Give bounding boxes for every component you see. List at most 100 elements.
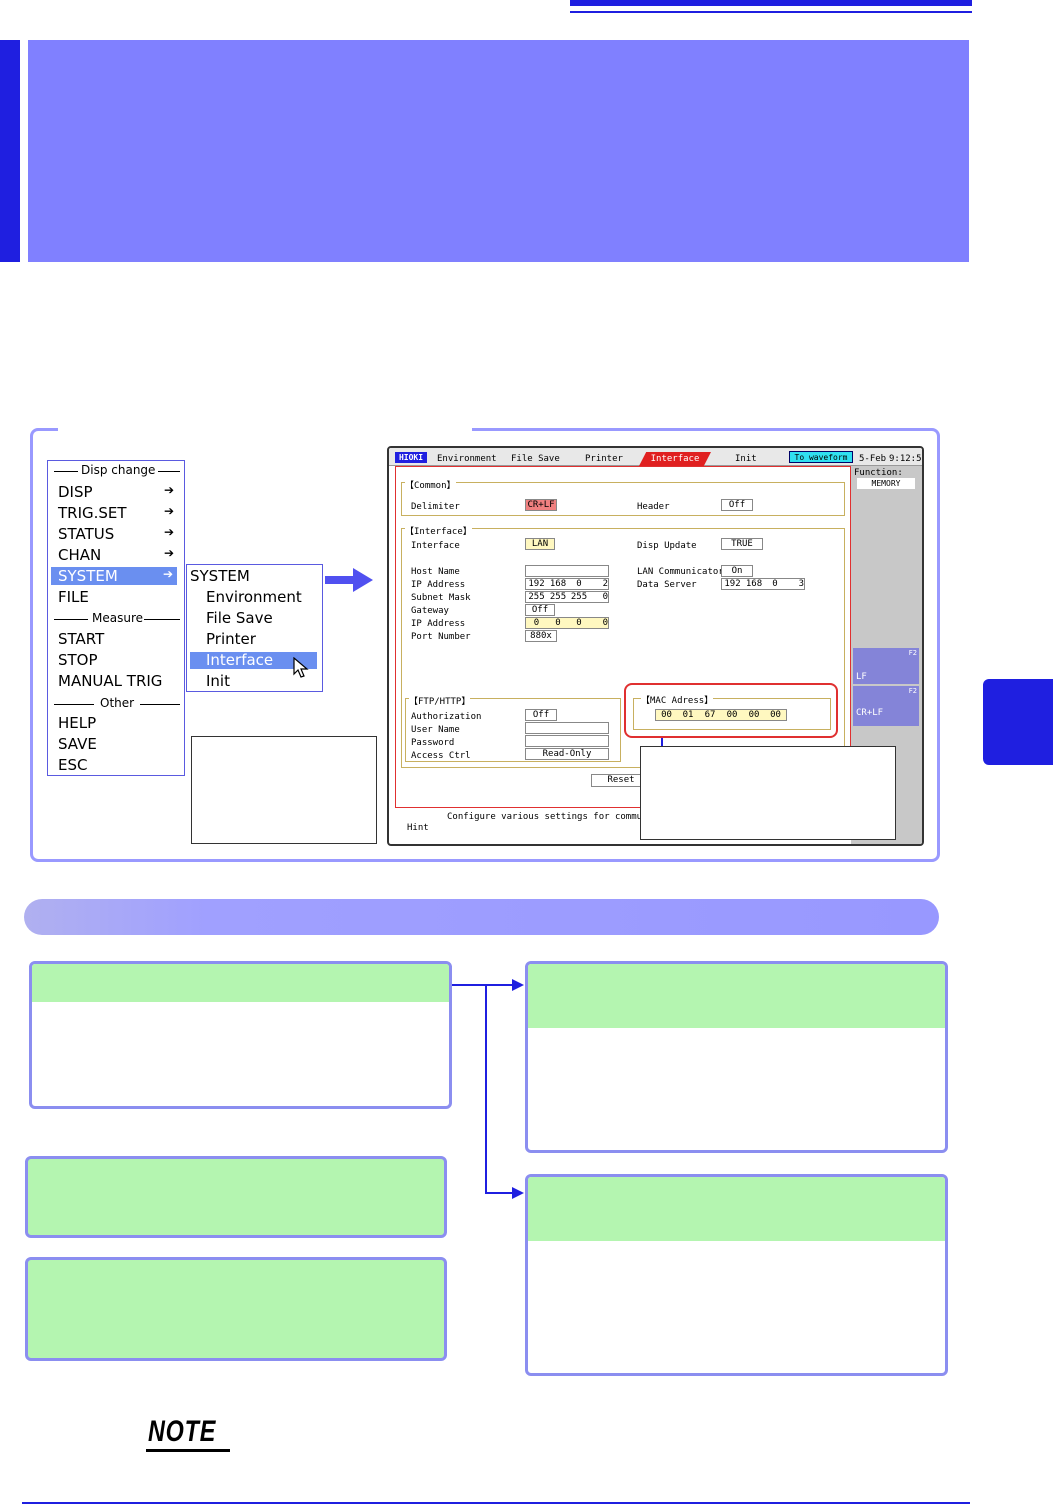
- arrow-right-icon: ➔: [162, 567, 173, 581]
- subnet-octet-1[interactable]: 255: [525, 591, 547, 603]
- hint-text: Configure various settings for commun: [447, 812, 648, 822]
- delimiter-label: Delimiter: [411, 502, 460, 512]
- side-button-crlf[interactable]: F2 CR+LF: [853, 686, 919, 726]
- menu-item-trig-set[interactable]: TRIG.SET ➔: [58, 504, 182, 524]
- gateway-octet-3[interactable]: 0: [569, 617, 589, 629]
- flow-connectors: [452, 979, 524, 1199]
- data-server-octet-2[interactable]: 168: [743, 578, 765, 590]
- submenu-item-file-save[interactable]: File Save: [206, 609, 273, 627]
- menu-rule: [54, 704, 94, 705]
- submenu-item-environment[interactable]: Environment: [206, 588, 302, 606]
- interface-value[interactable]: LAN: [525, 538, 555, 550]
- lan-communicator-value[interactable]: On: [721, 565, 753, 577]
- menu-item-disp[interactable]: DISP ➔: [58, 483, 182, 503]
- disp-update-label: Disp Update: [637, 541, 697, 551]
- arrow-right-icon: ➔: [163, 525, 174, 539]
- system-submenu: SYSTEM Environment File Save Printer Int…: [186, 564, 323, 692]
- gateway-value[interactable]: Off: [525, 604, 555, 616]
- mac-callout-highlight: [624, 683, 838, 738]
- menu-item-file[interactable]: FILE: [58, 588, 182, 608]
- port-value[interactable]: 880x: [525, 630, 557, 642]
- flow-box-1: [29, 961, 452, 1109]
- menu-item-help[interactable]: HELP: [58, 714, 96, 732]
- menu-section-other: Other: [100, 696, 135, 710]
- gateway-octet-4[interactable]: 0: [589, 617, 609, 629]
- user-name-field[interactable]: [525, 722, 609, 734]
- menu-rule: [54, 619, 88, 620]
- gateway-ip-label: IP Address: [411, 619, 466, 629]
- menu-rule: [140, 704, 180, 705]
- data-server-octet-4[interactable]: 3: [785, 578, 805, 590]
- gateway-octet-1[interactable]: 0: [525, 617, 547, 629]
- menu-item-start[interactable]: START: [58, 630, 104, 648]
- ip-octet-2[interactable]: 168: [547, 578, 569, 590]
- authorization-value[interactable]: Off: [525, 709, 557, 721]
- menu-rule: [144, 619, 180, 620]
- common-header: 【Common】: [405, 478, 456, 491]
- host-name-label: Host Name: [411, 567, 460, 577]
- tab-file-save[interactable]: File Save: [511, 454, 560, 464]
- menu-item-esc[interactable]: ESC: [58, 756, 87, 774]
- menu-item-save[interactable]: SAVE: [58, 735, 97, 753]
- side-button-lf[interactable]: F2 LF: [853, 648, 919, 684]
- menu-rule: [54, 471, 78, 472]
- data-server-label: Data Server: [637, 580, 697, 590]
- header-value[interactable]: Off: [721, 499, 753, 511]
- menu-item-status[interactable]: STATUS ➔: [58, 525, 182, 545]
- gateway-label: Gateway: [411, 606, 449, 616]
- ip-octet-3[interactable]: 0: [569, 578, 589, 590]
- flow-box-header: [528, 964, 945, 1028]
- authorization-label: Authorization: [411, 712, 482, 722]
- ip-octet-4[interactable]: 2: [589, 578, 609, 590]
- left-edge-bar: [0, 40, 20, 262]
- disp-update-value[interactable]: TRUE: [721, 538, 763, 550]
- submenu-item-printer[interactable]: Printer: [206, 630, 256, 648]
- arrow-right-icon: ➔: [163, 504, 174, 518]
- delimiter-value[interactable]: CR+LF: [525, 499, 557, 511]
- flow-box-4: [525, 961, 948, 1153]
- function-value: MEMORY: [857, 478, 915, 489]
- menu-section-disp-change: Disp change: [81, 463, 156, 477]
- flow-box-3: [25, 1257, 447, 1361]
- access-ctrl-value[interactable]: Read-Only: [525, 748, 609, 760]
- header-label: Header: [637, 502, 670, 512]
- section-heading-band: [24, 899, 939, 935]
- tab-interface[interactable]: Interface: [639, 452, 711, 466]
- data-server-octet-1[interactable]: 192: [721, 578, 743, 590]
- tab-init[interactable]: Init: [735, 454, 757, 464]
- date-label: 5-Feb: [859, 454, 887, 464]
- submenu-item-init[interactable]: Init: [206, 672, 230, 690]
- gateway-octet-2[interactable]: 0: [547, 617, 569, 629]
- subnet-octet-2[interactable]: 255: [547, 591, 569, 603]
- to-waveform-button[interactable]: To waveform: [789, 451, 853, 463]
- lan-communicator-label: LAN Communicator: [637, 567, 724, 577]
- menu-item-system[interactable]: SYSTEM ➔: [51, 567, 177, 585]
- arrow-right-icon: [325, 568, 373, 592]
- host-name-field[interactable]: [525, 565, 609, 577]
- menu-item-manual-trig[interactable]: MANUAL TRIG: [58, 672, 162, 690]
- user-name-label: User Name: [411, 725, 460, 735]
- function-label: Function:: [854, 468, 903, 478]
- note-label: NOTE: [148, 1415, 217, 1448]
- ip-octet-1[interactable]: 192: [525, 578, 547, 590]
- top-rule-thick: [570, 0, 972, 6]
- hioki-logo: HIOKI: [395, 452, 427, 463]
- ip-address-label: IP Address: [411, 580, 466, 590]
- top-rule-thin: [570, 11, 972, 13]
- subnet-octet-3[interactable]: 255: [569, 591, 589, 603]
- password-field[interactable]: [525, 735, 609, 747]
- subnet-octet-4[interactable]: 0: [589, 591, 609, 603]
- menu-item-stop[interactable]: STOP: [58, 651, 98, 669]
- flow-box-header: [32, 964, 449, 1002]
- port-label: Port Number: [411, 632, 471, 642]
- tab-environment[interactable]: Environment: [437, 454, 497, 464]
- data-server-octet-3[interactable]: 0: [765, 578, 785, 590]
- mouse-cursor-icon: [293, 657, 309, 678]
- flow-box-header: [528, 1177, 945, 1241]
- tab-printer[interactable]: Printer: [585, 454, 623, 464]
- menu-rule: [158, 471, 180, 472]
- interface-header: 【Interface】: [405, 524, 472, 537]
- menu-item-chan[interactable]: CHAN ➔: [58, 546, 182, 566]
- time-label: 9:12:59: [889, 454, 924, 464]
- ftp-header: 【FTP/HTTP】: [409, 694, 471, 707]
